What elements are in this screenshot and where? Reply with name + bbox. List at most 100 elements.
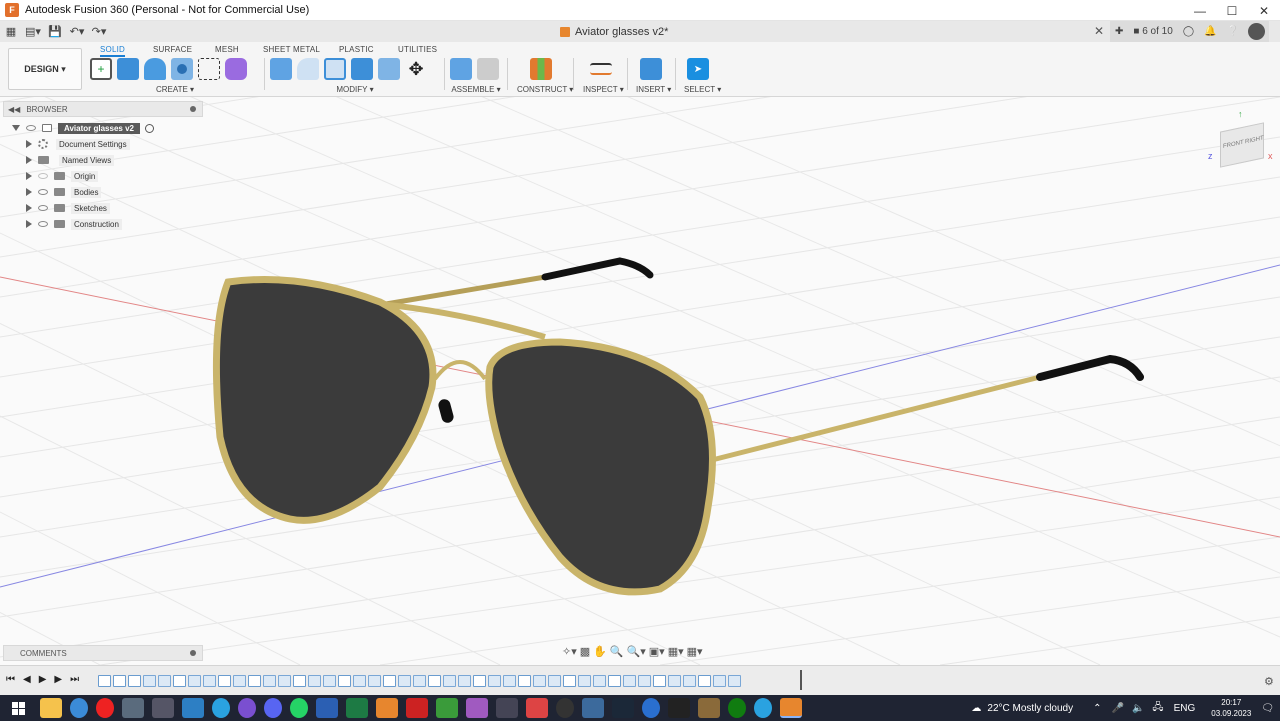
visibility-icon[interactable] xyxy=(38,189,48,195)
timeline-feature-sketch[interactable] xyxy=(293,675,306,687)
step-back-icon[interactable]: ◀ xyxy=(23,674,31,685)
combine-icon[interactable] xyxy=(351,58,373,80)
expand-icon[interactable] xyxy=(26,188,32,196)
close-button[interactable]: ✕ xyxy=(1248,0,1280,21)
timeline-feature[interactable] xyxy=(488,675,501,687)
tray-overflow-icon[interactable]: ⌃ xyxy=(1093,703,1101,714)
shell-icon[interactable] xyxy=(324,58,346,80)
timeline-feature-sketch[interactable] xyxy=(113,675,126,687)
viewports-icon[interactable]: ▦▾ xyxy=(687,645,703,658)
pattern-icon[interactable] xyxy=(198,58,220,80)
viber-icon[interactable] xyxy=(238,698,256,718)
save-icon[interactable]: 💾 xyxy=(44,21,66,42)
timeline-feature[interactable] xyxy=(398,675,411,687)
app-icon[interactable] xyxy=(642,698,660,718)
box-app-icon[interactable] xyxy=(182,698,204,718)
timeline-feature-sketch[interactable] xyxy=(608,675,621,687)
tab-surface[interactable]: SURFACE xyxy=(153,45,192,54)
add-comment-icon[interactable] xyxy=(190,650,196,656)
app-icon[interactable] xyxy=(526,698,548,718)
visibility-icon[interactable] xyxy=(38,205,48,211)
orbit-icon[interactable]: ✧▾ xyxy=(562,645,577,658)
timeline-feature-sketch[interactable] xyxy=(338,675,351,687)
timeline-feature[interactable] xyxy=(368,675,381,687)
split-body-icon[interactable] xyxy=(378,58,400,80)
job-status[interactable]: ■ 6 of 10 xyxy=(1128,21,1177,42)
new-tab-icon[interactable]: ✚ xyxy=(1110,21,1128,42)
3d-viewport[interactable]: ↑ FRONT RIGHT z x xyxy=(0,97,1280,665)
insert-menu[interactable]: INSERT ▾ xyxy=(636,85,671,94)
measure-icon[interactable] xyxy=(590,63,612,75)
create-sketch-icon[interactable]: + xyxy=(90,58,112,80)
timeline-feature[interactable] xyxy=(533,675,546,687)
timeline-feature[interactable] xyxy=(308,675,321,687)
timeline-feature-sketch[interactable] xyxy=(98,675,111,687)
discord-icon[interactable] xyxy=(264,698,282,718)
timeline-feature[interactable] xyxy=(278,675,291,687)
volume-icon[interactable]: 🔈 xyxy=(1132,703,1144,714)
hole-icon[interactable] xyxy=(171,58,193,80)
form-icon[interactable] xyxy=(225,58,247,80)
browser-item-origin[interactable]: Origin xyxy=(26,169,99,183)
app-icon[interactable] xyxy=(582,698,604,718)
tab-utilities[interactable]: UTILITIES xyxy=(398,45,437,54)
app-icon[interactable] xyxy=(466,698,488,718)
timeline-feature-sketch[interactable] xyxy=(473,675,486,687)
timeline-settings-icon[interactable]: ⚙ xyxy=(1264,675,1274,688)
browser-item-document-settings[interactable]: Document Settings xyxy=(26,137,130,151)
timeline-feature-sketch[interactable] xyxy=(698,675,711,687)
timeline-feature-sketch[interactable] xyxy=(128,675,141,687)
joint-icon[interactable] xyxy=(477,58,499,80)
workspace-switcher[interactable]: DESIGN ▾ xyxy=(8,48,82,90)
timeline-feature[interactable] xyxy=(233,675,246,687)
zoom-icon[interactable]: 🔍 xyxy=(610,645,624,658)
timeline-feature[interactable] xyxy=(353,675,366,687)
timeline-feature[interactable] xyxy=(683,675,696,687)
visibility-icon[interactable] xyxy=(26,125,36,131)
tab-sheet-metal[interactable]: SHEET METAL xyxy=(263,45,320,54)
offset-plane-icon[interactable] xyxy=(530,58,552,80)
tab-mesh[interactable]: MESH xyxy=(215,45,239,54)
apps-grid-icon[interactable]: ▦ xyxy=(0,21,22,42)
viewcube[interactable]: ↑ FRONT RIGHT z x xyxy=(1208,109,1278,169)
fusion-active-icon[interactable] xyxy=(780,698,802,718)
pin-icon[interactable] xyxy=(190,106,196,112)
opera-icon[interactable] xyxy=(96,698,114,718)
timeline-feature-sketch[interactable] xyxy=(173,675,186,687)
browser-item-bodies[interactable]: Bodies xyxy=(26,185,102,199)
start-button[interactable] xyxy=(0,695,36,721)
expand-icon[interactable] xyxy=(26,140,32,148)
expand-icon[interactable] xyxy=(26,220,32,228)
visibility-icon[interactable] xyxy=(38,173,48,179)
browser-header[interactable]: ◀◀ BROWSER xyxy=(3,101,203,117)
visibility-icon[interactable] xyxy=(38,221,48,227)
app-icon[interactable] xyxy=(152,698,174,718)
network-icon[interactable]: 🖧 xyxy=(1152,700,1163,717)
step-forward-icon[interactable]: ▶ xyxy=(54,674,62,685)
xbox-icon[interactable] xyxy=(728,698,746,718)
create-menu[interactable]: CREATE ▾ xyxy=(90,85,260,94)
timeline-feature[interactable] xyxy=(263,675,276,687)
notification-center-icon[interactable]: 🗨 xyxy=(1261,703,1274,714)
redo-icon[interactable]: ↷▾ xyxy=(88,21,110,42)
new-component-icon[interactable] xyxy=(450,58,472,80)
timeline-feature[interactable] xyxy=(158,675,171,687)
steam-icon[interactable] xyxy=(612,698,634,718)
maximize-button[interactable]: ☐ xyxy=(1216,0,1248,21)
activate-component-icon[interactable] xyxy=(144,123,154,133)
timeline-feature[interactable] xyxy=(593,675,606,687)
play-icon[interactable]: ▶ xyxy=(39,674,47,685)
timeline-feature-sketch[interactable] xyxy=(428,675,441,687)
display-settings-icon[interactable]: ▣▾ xyxy=(649,645,665,658)
move-copy-icon[interactable]: ✥ xyxy=(405,58,427,80)
timeline-feature[interactable] xyxy=(443,675,456,687)
timeline-marker[interactable] xyxy=(800,670,802,690)
timeline-feature[interactable] xyxy=(623,675,636,687)
minimize-button[interactable]: — xyxy=(1184,0,1216,21)
fillet-icon[interactable] xyxy=(297,58,319,80)
timeline-feature-sketch[interactable] xyxy=(518,675,531,687)
revolve-icon[interactable] xyxy=(144,58,166,80)
timeline-feature[interactable] xyxy=(638,675,651,687)
epic-games-icon[interactable] xyxy=(668,698,690,718)
notifications-icon[interactable]: 🔔 xyxy=(1199,21,1221,42)
